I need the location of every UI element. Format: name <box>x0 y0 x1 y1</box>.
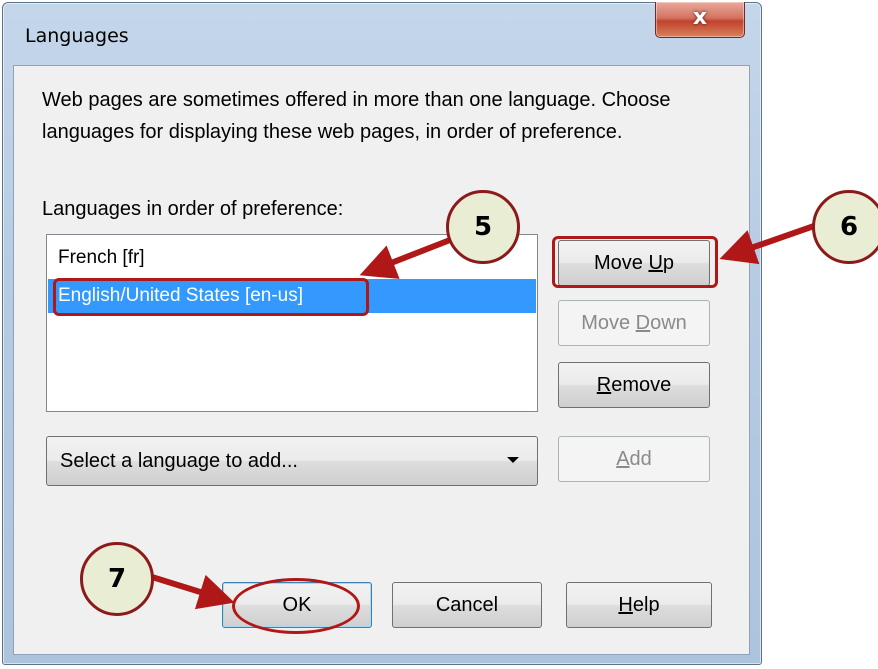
language-list[interactable]: French [fr] English/United States [en-us… <box>46 234 538 412</box>
title-bar[interactable]: Languages x <box>3 2 761 63</box>
remove-label-rest: emove <box>611 374 672 396</box>
move-down-label-rest: own <box>650 312 687 334</box>
window-title: Languages <box>25 25 129 47</box>
callout-step-7: 7 <box>80 542 154 616</box>
language-list-label: Languages in order of preference: <box>42 198 344 220</box>
add-access-key: A <box>616 448 630 470</box>
move-down-access-key: D <box>635 312 651 334</box>
highlight-english-item <box>53 278 369 316</box>
dialog-description: Web pages are sometimes offered in more … <box>42 89 671 143</box>
add-label-rest: dd <box>629 448 652 470</box>
language-select-dropdown[interactable]: Select a language to add... <box>46 436 538 486</box>
close-icon: x <box>692 5 708 30</box>
remove-access-key: R <box>596 374 612 396</box>
add-button[interactable]: Add <box>558 436 710 482</box>
highlight-ok-button <box>232 578 360 634</box>
screenshot-stage: Languages x Web pages are sometimes offe… <box>0 0 878 669</box>
help-button[interactable]: Help <box>566 582 712 628</box>
language-select-value: Select a language to add... <box>60 450 298 472</box>
help-label-rest: elp <box>632 594 660 616</box>
close-button[interactable]: x <box>655 2 745 38</box>
help-access-key: H <box>618 594 633 616</box>
chevron-down-icon <box>507 457 519 463</box>
move-down-label: Move <box>581 312 636 334</box>
cancel-button[interactable]: Cancel <box>392 582 542 628</box>
highlight-move-up-button <box>552 236 718 288</box>
move-down-button[interactable]: Move Down <box>558 300 710 346</box>
remove-button[interactable]: Remove <box>558 362 710 408</box>
callout-step-5: 5 <box>446 190 520 264</box>
callout-step-6: 6 <box>812 190 878 264</box>
